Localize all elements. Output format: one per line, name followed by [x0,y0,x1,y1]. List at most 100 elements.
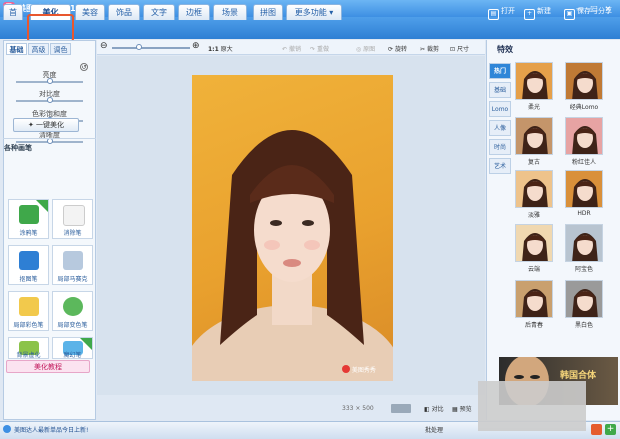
status-message-link[interactable]: 美图达人最新单品今日上新! [14,425,88,434]
beautify-tutorial-button[interactable]: 美化教程 [6,360,90,373]
effect-thumbnail[interactable] [565,224,603,262]
scissors-icon: ✂ [420,46,426,53]
effect-thumbnail[interactable] [565,280,603,318]
watermark-logo-icon [342,365,350,373]
tool-doodle-pen[interactable]: 涂鸦笔 [8,199,49,239]
effect-label: 粉红佳人 [571,159,596,166]
tab-beauty[interactable]: 美容 [75,4,105,20]
rotate-button[interactable]: ⟳ 旋转 [388,44,407,53]
tool-label: 抠图笔 [19,276,38,283]
effect-label: 云端 [527,266,540,273]
zoom-in-icon[interactable]: ⊕ [192,41,200,51]
effect-thumbnail[interactable] [565,62,603,100]
undo-button[interactable]: ↶ 撤销 [282,44,301,53]
one-key-label: 一键美化 [36,121,65,129]
tool-local-color-pen[interactable]: 局部彩色笔 [8,291,49,331]
save-icon: ▣ [564,9,575,20]
divider [3,138,96,139]
magic-wand-icon: ✦ [27,121,37,129]
category-lomo[interactable]: Lomo [489,101,511,117]
category-basic[interactable]: 基础 [489,82,511,98]
redo-button[interactable]: ↷ 重做 [310,44,329,53]
tool-cutout-pen[interactable]: 抠图笔 [8,245,49,285]
portrait-photo[interactable] [192,75,393,381]
effect-thumbnail[interactable] [515,62,553,100]
tool-eraser-pen[interactable]: 消除笔 [52,199,93,239]
undo-label: 撤销 [288,46,301,53]
effect-label: 经典Lomo [569,104,599,111]
effect-thumbnail[interactable] [515,224,553,262]
zoom-out-icon[interactable]: ⊖ [100,41,108,51]
subtab-color[interactable]: 调色 [50,43,71,55]
tool-label: 魔幻笔 [63,352,82,359]
add-icon[interactable]: + [605,424,616,435]
effect-thumbnail[interactable] [565,117,603,155]
batch-process-button[interactable]: 批处理 [425,425,443,434]
tool-label: 涂鸦笔 [19,230,38,237]
crop-button[interactable]: ✂ 裁剪 [420,44,439,53]
compare-button[interactable]: ◧ 对比 [424,404,444,413]
resize-label: 尺寸 [456,46,469,53]
category-portrait[interactable]: 人像 [489,120,511,136]
tab-scene[interactable]: 场景 [213,4,247,20]
category-hot[interactable]: 热门 [489,63,511,79]
tool-label: 背景虚化 [16,352,41,359]
tool-local-recolor-pen[interactable]: 局部变色笔 [52,291,93,331]
original-size-button[interactable]: 1:1 原大 [208,44,233,53]
tool-label: 消除笔 [63,230,82,237]
preview-button[interactable]: ▦ 预览 [452,404,472,413]
hot-news-icon[interactable] [591,424,602,435]
reset-label: 原图 [363,46,376,53]
effect-preview [566,118,602,154]
subtab-advanced[interactable]: 高级 [28,43,49,55]
effect-thumbnail[interactable] [515,280,553,318]
tab-accessories[interactable]: 饰品 [108,4,140,20]
preview-label: 预览 [459,406,472,413]
effect-preview [566,171,602,207]
tab-home[interactable]: 首 [3,4,23,20]
save-share-button[interactable]: ▣ 保存与分享 [564,4,612,20]
effect-preview [516,171,552,207]
blank-overlay [478,381,586,431]
effects-title: 特效 [497,45,513,54]
save-share-label: 保存与分享 [577,7,612,15]
effect-preview [516,281,552,317]
effect-preview [566,225,602,261]
hot-badge [36,200,48,212]
one-to-one-icon: 1:1 [208,46,219,53]
rotate-label: 旋转 [394,46,407,53]
reset-original-button[interactable]: ◎ 原图 [356,44,375,53]
tool-label: 局部彩色笔 [13,322,44,329]
watermark-text: 美图秀秀 [351,367,376,374]
tab-collage[interactable]: 拼图 [253,4,283,20]
effect-label: HDR [577,210,591,217]
tab-more-features[interactable]: 更多功能 ▾ [286,4,342,20]
color-brush-icon [19,297,39,316]
subtab-basic[interactable]: 基础 [6,43,27,55]
compare-icon: ◧ [424,406,430,413]
one-key-beautify-button[interactable]: ✦ 一键美化 [13,118,79,132]
effect-thumbnail[interactable] [565,170,603,208]
new-label: 新建 [537,7,551,15]
tool-label: 局部马赛克 [57,276,88,283]
original-size-label: 原大 [220,46,233,53]
open-button[interactable]: ▤ 打开 [488,4,515,20]
tab-frame[interactable]: 边框 [178,4,210,20]
tab-text[interactable]: 文字 [143,4,175,20]
resize-button[interactable]: ⊡ 尺寸 [450,44,469,53]
effect-thumbnail[interactable] [515,170,553,208]
contrast-slider-knob[interactable] [46,97,53,103]
mosaic-icon [63,251,83,270]
brightness-slider-knob[interactable] [46,78,53,84]
zoom-slider[interactable] [112,47,190,49]
category-fashion[interactable]: 时尚 [489,139,511,155]
portrait-illustration [192,130,393,381]
effect-label: 后青春 [524,322,543,329]
effect-thumbnail[interactable] [515,117,553,155]
category-art[interactable]: 艺术 [489,158,511,174]
effect-label: 阿宝色 [574,266,593,273]
tool-local-mosaic[interactable]: 局部马赛克 [52,245,93,285]
active-tab-highlight [27,14,74,42]
compare-label: 对比 [431,406,444,413]
new-button[interactable]: + 新建 [524,4,551,20]
